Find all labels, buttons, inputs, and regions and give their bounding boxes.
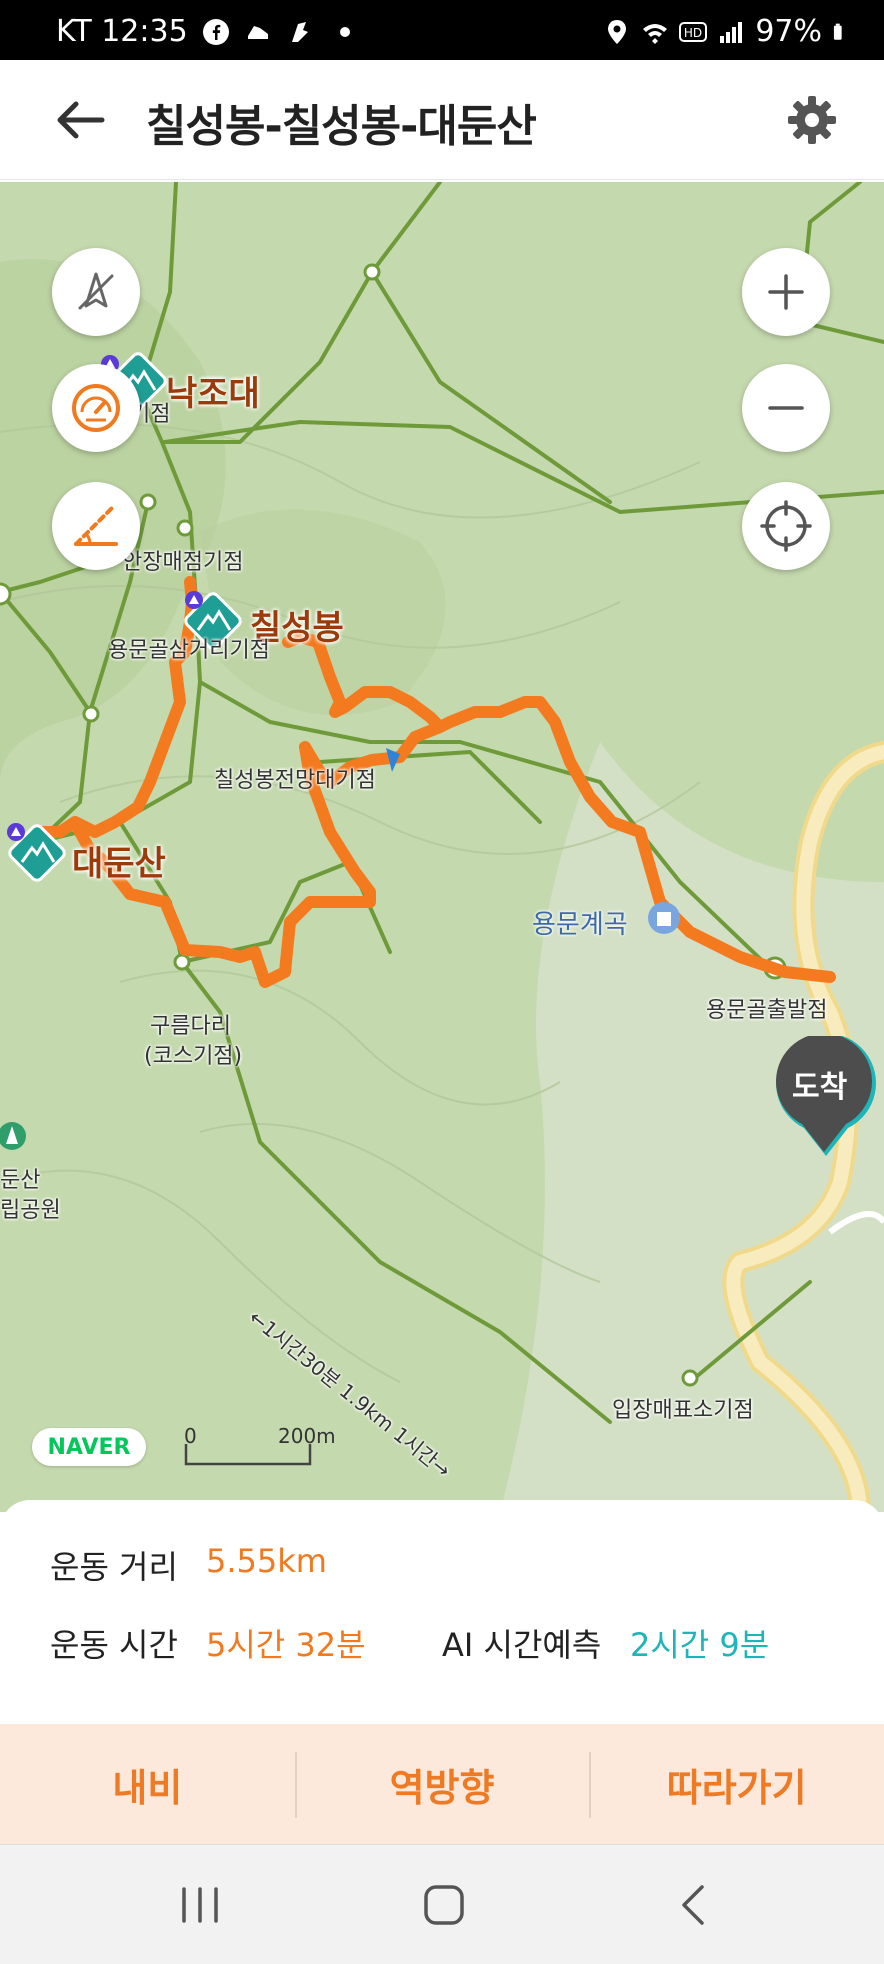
arrive-label: 도착 <box>792 1070 848 1105</box>
reverse-button[interactable]: 역방향 <box>294 1724 590 1844</box>
slope-button[interactable] <box>52 482 140 570</box>
peak-label-najodae: 낙조대 <box>166 374 260 414</box>
valley-icon[interactable] <box>646 900 682 936</box>
crosshair-icon <box>760 500 812 552</box>
peak-label-daedunsan: 대둔산 <box>72 844 166 884</box>
plus-icon <box>768 274 804 310</box>
gear-icon[interactable] <box>784 92 840 148</box>
ai-estimate-label: AI 시간예측 <box>442 1626 602 1664</box>
system-nav-bar <box>0 1844 884 1964</box>
battery-icon <box>833 23 842 40</box>
time-value: 5시간 32분 <box>206 1626 366 1664</box>
minus-icon <box>768 406 804 410</box>
page-title: 칠성봉-칠성봉-대둔산 <box>146 101 537 152</box>
status-bar: KT 12:35 HD 97% <box>0 0 884 60</box>
naver-logo: NAVER <box>32 1428 146 1466</box>
notification-dot-icon <box>339 26 350 37</box>
waypoint-label: 입장매표소기점 <box>612 1398 754 1423</box>
compass-off-icon <box>78 272 114 310</box>
time-label: 운동 시간 <box>50 1626 178 1664</box>
battery-percent: 97% <box>755 14 822 49</box>
svg-text:HD: HD <box>684 26 702 40</box>
back-icon[interactable] <box>664 1875 724 1935</box>
compass-off-button[interactable] <box>52 248 140 336</box>
location-icon <box>608 19 627 44</box>
follow-button[interactable]: 따라가기 <box>589 1724 884 1844</box>
scale-end: 200m <box>278 1424 336 1448</box>
park-label: 립공원 <box>0 1198 61 1223</box>
park-icon <box>0 1122 26 1150</box>
waypoint-label: 칠성봉전망대기점 <box>214 768 376 793</box>
speedometer-icon <box>72 384 120 432</box>
bird-icon <box>291 21 308 42</box>
summit-icon <box>185 591 203 609</box>
my-location-button[interactable] <box>742 482 830 570</box>
back-arrow-icon[interactable] <box>52 98 108 142</box>
waypoint-label: 안장매점기점 <box>122 550 244 575</box>
waypoint-label: 용문골출발점 <box>706 998 828 1023</box>
navigate-button[interactable]: 내비 <box>0 1724 295 1844</box>
speedometer-button[interactable] <box>52 364 140 452</box>
zoom-out-button[interactable] <box>742 364 830 452</box>
route-stats-panel: 운동 거리 5.55km 운동 시간 5시간 32분 AI 시간예측 2시간 9… <box>0 1500 884 1724</box>
slope-icon <box>74 506 118 546</box>
distance-label: 운동 거리 <box>50 1548 178 1586</box>
zoom-in-button[interactable] <box>742 248 830 336</box>
hd-icon: HD <box>679 21 708 42</box>
recents-icon[interactable] <box>170 1875 230 1935</box>
map-view[interactable]: 낙조대 칠성봉 대둔산 기점 안장매점기점 용문골삼거리기점 칠성봉전망대기점 … <box>0 182 884 1512</box>
home-icon[interactable] <box>414 1875 474 1935</box>
scale-start: 0 <box>184 1424 197 1448</box>
signal-icon <box>720 21 743 43</box>
poi-label-valley: 용문계곡 <box>532 910 628 940</box>
waypoint-label: 용문골삼거리기점 <box>108 638 270 663</box>
ai-estimate-value: 2시간 9분 <box>630 1626 770 1664</box>
carrier-time: KT 12:35 <box>56 14 188 49</box>
park-label: 둔산 <box>0 1168 41 1193</box>
facebook-icon <box>202 18 229 45</box>
app-header: 칠성봉-칠성봉-대둔산 <box>0 60 884 180</box>
waypoint-label: 구름다리 <box>150 1014 231 1039</box>
distance-value: 5.55km <box>206 1542 327 1580</box>
wifi-icon <box>643 23 668 44</box>
waypoint-label: (코스기점) <box>144 1044 243 1069</box>
action-bar: 내비 역방향 따라가기 <box>0 1724 884 1844</box>
summit-icon <box>7 823 25 841</box>
shoe-icon <box>247 25 268 39</box>
